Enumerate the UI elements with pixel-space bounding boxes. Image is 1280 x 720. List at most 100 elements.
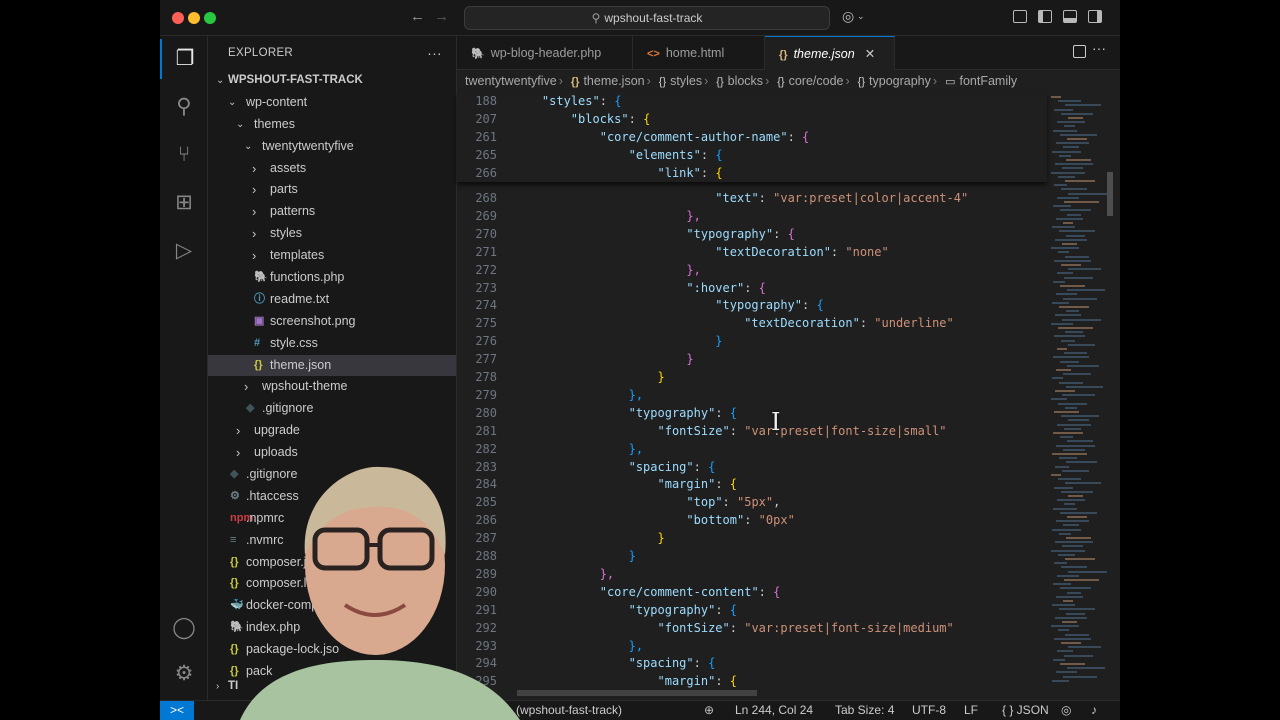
- code-line: ":hover": {: [686, 280, 766, 295]
- vertical-scrollbar[interactable]: [1107, 172, 1113, 216]
- breadcrumb-item[interactable]: twentytwentyfive: [465, 74, 557, 88]
- copilot-icon[interactable]: ◎: [1061, 703, 1071, 717]
- tab-size[interactable]: Tab Size: 4: [835, 703, 894, 717]
- minimap-line: [1052, 301, 1069, 304]
- more-actions-icon[interactable]: ···: [1092, 40, 1106, 56]
- zoom-window-button[interactable]: [204, 12, 216, 24]
- minimap-line: [1065, 406, 1077, 409]
- file-item[interactable]: ⓘ readme.txt: [208, 289, 456, 311]
- line-number: 207: [475, 111, 497, 126]
- minimap-line: [1063, 524, 1079, 527]
- minimap-line: [1054, 411, 1079, 413]
- breadcrumb-item[interactable]: blocks: [728, 74, 763, 88]
- minimap-line: [1053, 583, 1071, 586]
- open-brace: {: [758, 280, 766, 295]
- folder-item[interactable]: › upgrade: [208, 420, 456, 442]
- file-item[interactable]: # style.css: [208, 333, 456, 355]
- copilot-icon[interactable]: ◎: [842, 8, 854, 25]
- minimap-line: [1052, 377, 1063, 380]
- folder-item[interactable]: › templates: [208, 245, 456, 267]
- tab-label: theme.json: [793, 47, 855, 61]
- remote-indicator[interactable]: ><: [160, 701, 194, 720]
- file-item[interactable]: ◆ .gitignore: [208, 398, 456, 420]
- cursor-position[interactable]: Ln 244, Col 24: [735, 703, 813, 717]
- minimap-line: [1063, 146, 1079, 149]
- json-key: spacing: [635, 656, 687, 671]
- file-item[interactable]: {} theme.json: [208, 354, 456, 377]
- breadcrumb-item[interactable]: fontFamily: [959, 74, 1017, 88]
- go-forward-button[interactable]: →: [434, 8, 449, 25]
- open-brace: {: [715, 165, 723, 180]
- close-brace: },: [686, 262, 701, 277]
- json-value: 5px: [744, 495, 766, 510]
- minimap-line: [1058, 478, 1081, 481]
- sidebar-right-icon[interactable]: [1088, 10, 1102, 23]
- close-brace: }: [715, 334, 723, 349]
- folder-item[interactable]: ⌄ themes: [208, 114, 456, 136]
- minimap-line: [1053, 507, 1077, 510]
- command-center-search[interactable]: ⚲ wpshout-fast-track: [464, 6, 830, 30]
- minimap-line: [1052, 150, 1081, 153]
- folder-item[interactable]: › assets: [208, 158, 456, 180]
- horizontal-scrollbar[interactable]: [517, 690, 757, 696]
- code-line: },: [513, 262, 701, 277]
- folder-item[interactable]: ⌄ twentytwentyfive: [208, 136, 456, 158]
- end-of-line[interactable]: LF: [964, 703, 978, 717]
- workspace-root[interactable]: ⌄ WPSHOUT-FAST-TRACK: [208, 70, 456, 92]
- panel-icon[interactable]: [1063, 10, 1077, 23]
- line-number: 188: [475, 94, 497, 108]
- breadcrumb-item[interactable]: typography: [869, 74, 931, 88]
- breadcrumb-item[interactable]: core/code: [789, 74, 844, 88]
- open-brace: {: [729, 602, 737, 617]
- language-mode[interactable]: { } JSON: [1002, 703, 1049, 717]
- open-brace: {: [773, 584, 781, 599]
- tab-wp-blog-header[interactable]: 🐘 wp-blog-header.php: [457, 36, 633, 70]
- json-key: elements: [635, 147, 694, 162]
- minimap-line: [1062, 394, 1095, 397]
- minimap-line: [1053, 356, 1089, 359]
- breadcrumb-item[interactable]: theme.json: [583, 74, 644, 88]
- source-control-icon[interactable]: ⑂: [160, 135, 208, 175]
- minimap-line: [1058, 251, 1069, 254]
- minimap[interactable]: [1047, 92, 1107, 692]
- search-icon[interactable]: ⚲: [160, 87, 208, 127]
- minimap-line: [1064, 201, 1099, 203]
- folder-item[interactable]: › parts: [208, 179, 456, 201]
- more-actions-icon[interactable]: ···: [427, 36, 442, 70]
- breadcrumb-item[interactable]: styles: [670, 74, 702, 88]
- minimap-line: [1064, 125, 1075, 128]
- run-debug-icon[interactable]: ▷: [160, 231, 208, 271]
- minimap-line: [1068, 192, 1107, 195]
- minimap-line: [1065, 558, 1095, 560]
- zoom-icon[interactable]: ⊕: [704, 703, 714, 717]
- json-key: bottom: [693, 513, 737, 528]
- folder-item[interactable]: › styles: [208, 223, 456, 245]
- folder-item[interactable]: › wpshout-theme: [208, 376, 456, 398]
- code-editor[interactable]: 188 "styles": {207 "blocks": {261 "core/…: [457, 92, 1047, 692]
- explorer-icon[interactable]: ❐: [160, 39, 208, 79]
- folder-item[interactable]: › patterns: [208, 201, 456, 223]
- minimap-line: [1066, 461, 1097, 464]
- go-back-button[interactable]: ←: [410, 8, 425, 25]
- close-icon[interactable]: ✕: [865, 47, 875, 61]
- minimap-line: [1065, 104, 1101, 107]
- minimap-line: [1060, 360, 1079, 363]
- folder-item[interactable]: ⌄ wp-content: [208, 92, 456, 114]
- minimize-window-button[interactable]: [188, 12, 200, 24]
- json-key: blocks: [578, 111, 622, 126]
- encoding[interactable]: UTF-8: [912, 703, 946, 717]
- line-number: 270: [475, 226, 497, 241]
- minimap-line: [1058, 553, 1075, 556]
- split-editor-icon[interactable]: [1073, 45, 1086, 58]
- extensions-icon[interactable]: ⊞: [160, 183, 208, 223]
- chevron-down-icon[interactable]: ⌄: [857, 11, 865, 22]
- file-item[interactable]: ▣ screenshot.png: [208, 311, 456, 333]
- tab-home-html[interactable]: <> home.html: [633, 36, 765, 70]
- minimap-line: [1051, 247, 1079, 250]
- close-window-button[interactable]: [172, 12, 184, 24]
- bell-icon[interactable]: ♪: [1091, 703, 1097, 717]
- tab-theme-json[interactable]: {} theme.json ✕: [765, 36, 895, 70]
- file-item[interactable]: 🐘 functions.php: [208, 267, 456, 289]
- sidebar-left-icon[interactable]: [1038, 10, 1052, 23]
- layout-customize-icon[interactable]: [1013, 10, 1027, 23]
